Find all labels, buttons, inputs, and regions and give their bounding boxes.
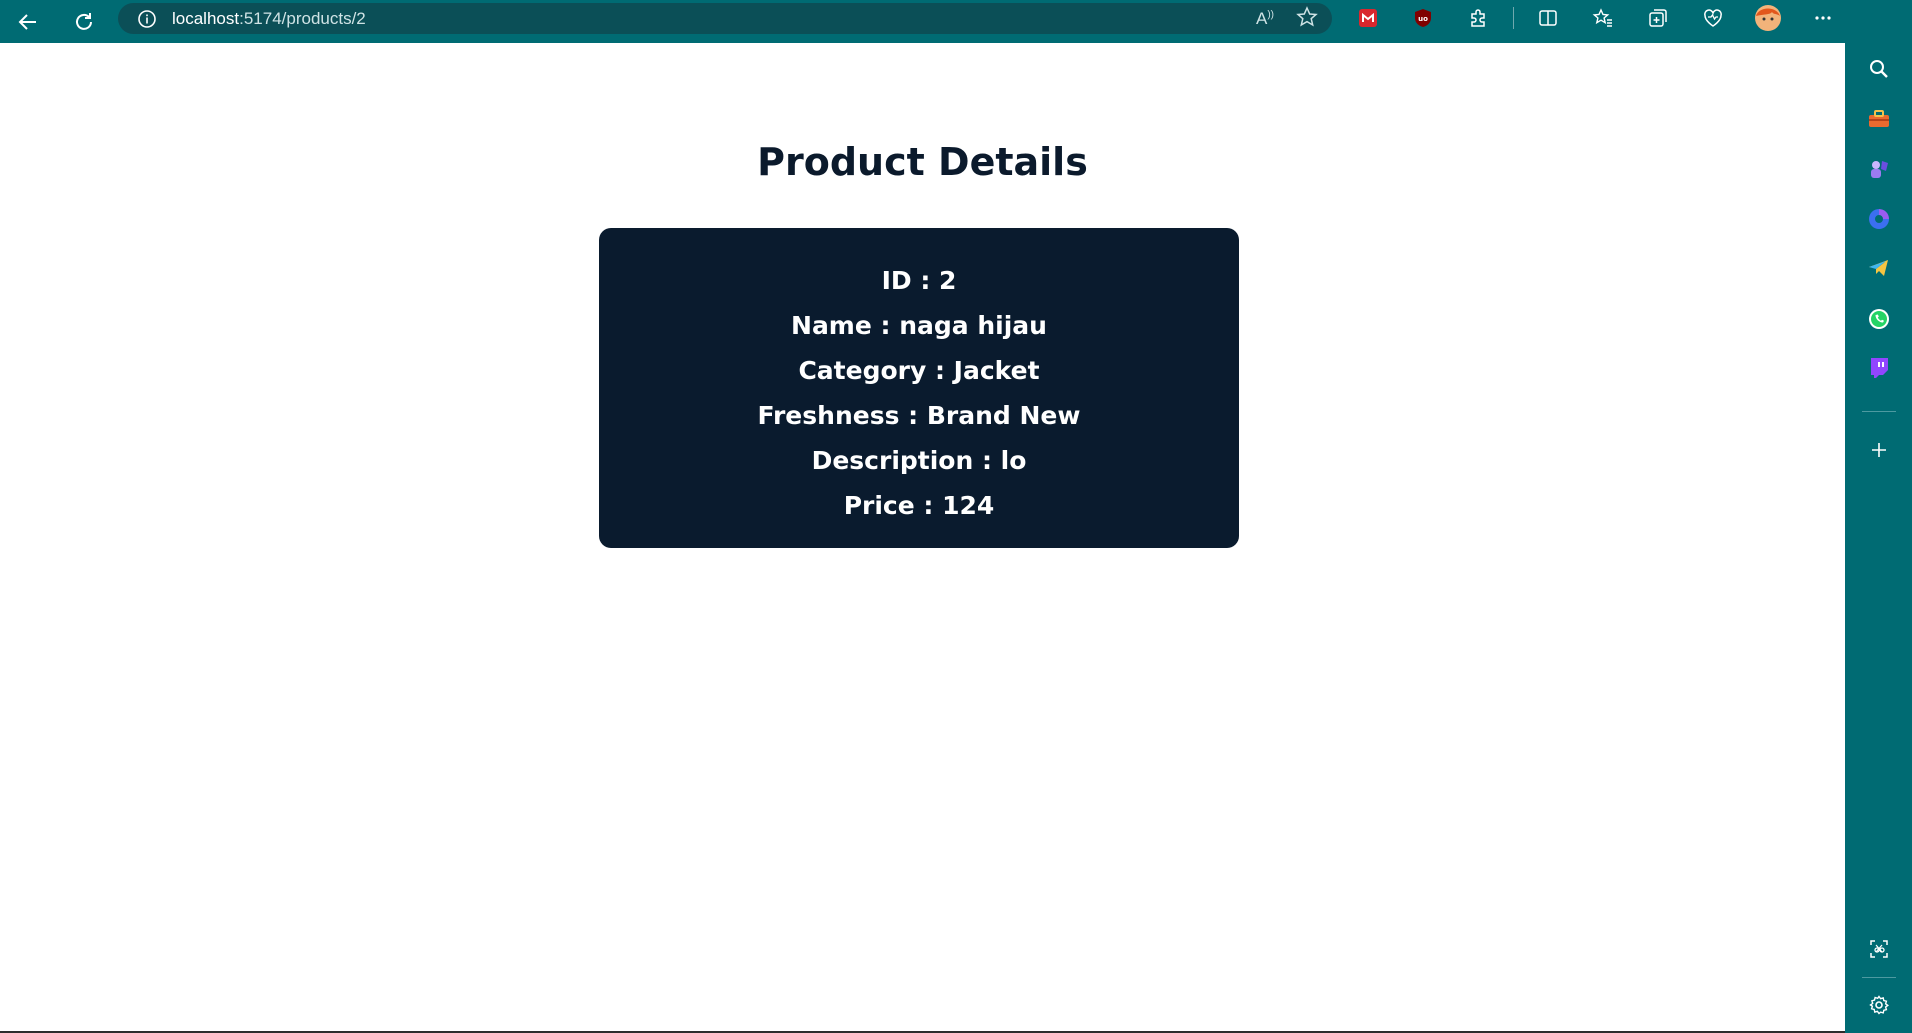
- product-id: ID : 2: [881, 266, 957, 295]
- browser-essentials-icon[interactable]: [1693, 0, 1733, 36]
- twitch-icon[interactable]: [1845, 348, 1912, 388]
- tools-icon[interactable]: [1845, 99, 1912, 139]
- read-aloud-label: A: [1255, 8, 1268, 28]
- product-details-card: ID : 2 Name : naga hijau Category : Jack…: [599, 228, 1239, 548]
- url-host: localhost: [172, 8, 240, 28]
- address-bar[interactable]: localhost:5174/products/2 A)): [118, 3, 1332, 34]
- extension-mega-icon[interactable]: [1348, 0, 1388, 36]
- product-name: Name : naga hijau: [791, 311, 1047, 340]
- whatsapp-icon[interactable]: [1845, 299, 1912, 339]
- extensions-puzzle-icon[interactable]: [1458, 0, 1498, 36]
- svg-text:uo: uo: [1418, 15, 1428, 23]
- product-description: Description : lo: [811, 446, 1027, 475]
- collections-icon[interactable]: [1638, 0, 1678, 36]
- url-text[interactable]: localhost:5174/products/2: [172, 9, 366, 29]
- sidebar-divider: [1862, 411, 1896, 412]
- ublock-icon[interactable]: uo: [1403, 0, 1443, 36]
- favorites-icon[interactable]: [1583, 0, 1623, 36]
- split-screen-icon[interactable]: [1528, 0, 1568, 36]
- sidebar-divider: [1862, 977, 1896, 978]
- product-category: Category : Jacket: [798, 356, 1040, 385]
- more-options-icon[interactable]: [1803, 0, 1843, 36]
- product-freshness: Freshness : Brand New: [757, 401, 1081, 430]
- copilot-sidebar-icon[interactable]: [1845, 199, 1912, 239]
- games-icon[interactable]: [1845, 149, 1912, 189]
- browser-sidebar: [1845, 0, 1912, 1033]
- telegram-icon[interactable]: [1845, 248, 1912, 288]
- browser-toolbar: localhost:5174/products/2 A)) uo: [0, 0, 1912, 43]
- product-price: Price : 124: [843, 491, 995, 520]
- url-path: :5174/products/2: [239, 8, 366, 28]
- search-icon[interactable]: [1845, 49, 1912, 89]
- back-arrow-icon: [18, 13, 36, 30]
- reload-button[interactable]: [64, 4, 104, 40]
- site-info-icon[interactable]: [136, 8, 158, 30]
- back-button[interactable]: [8, 4, 48, 40]
- read-aloud-icon[interactable]: A)): [1256, 9, 1274, 29]
- screenshot-icon[interactable]: [1845, 929, 1912, 969]
- settings-icon[interactable]: [1845, 985, 1912, 1025]
- toolbar-divider: [1513, 7, 1514, 29]
- favorite-star-icon[interactable]: [1296, 5, 1318, 32]
- reload-icon: [76, 12, 92, 30]
- page-title: Product Details: [757, 140, 1088, 184]
- profile-avatar-icon[interactable]: [1748, 0, 1788, 36]
- add-icon[interactable]: [1845, 430, 1912, 470]
